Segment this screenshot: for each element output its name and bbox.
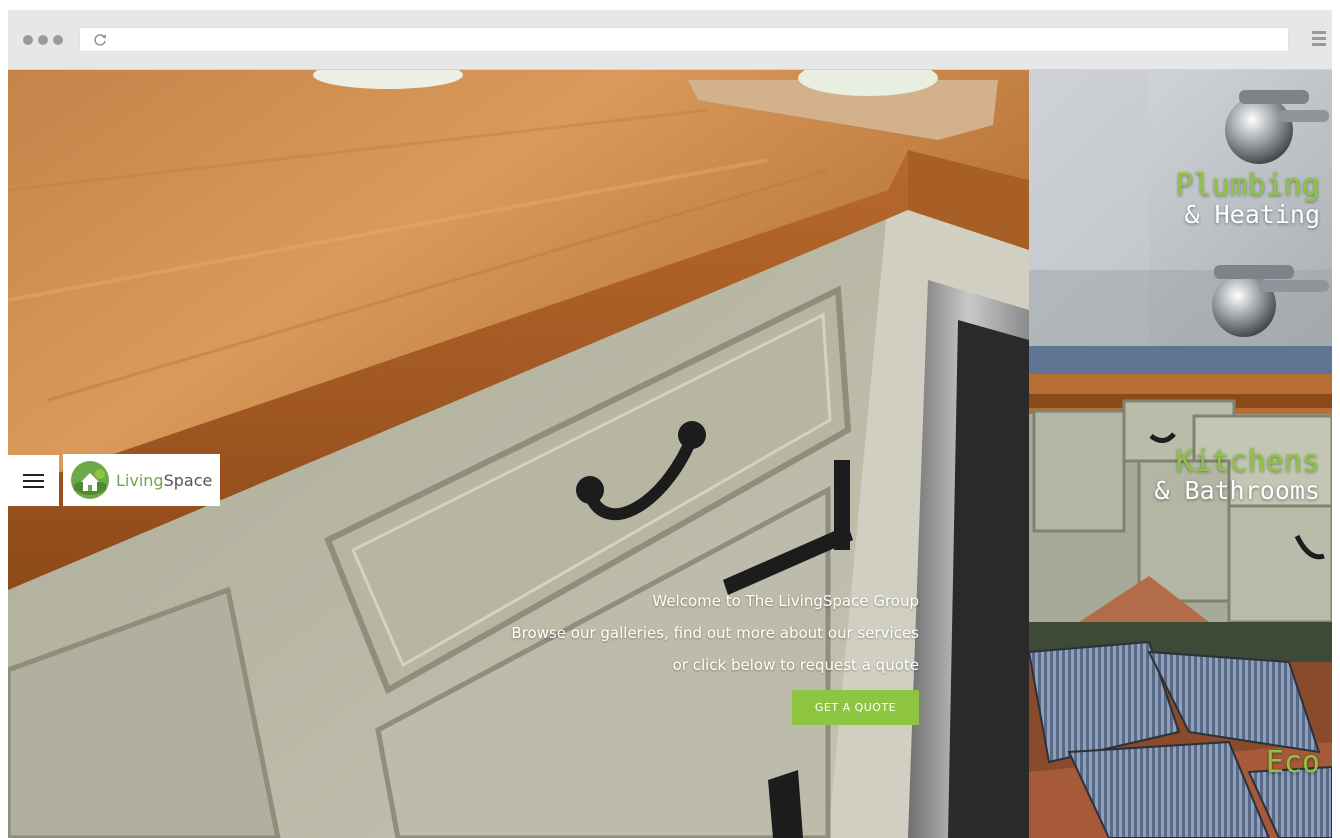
site-logo[interactable]: LivingSpace (63, 454, 220, 506)
logo-wordmark: LivingSpace (116, 471, 212, 490)
reload-icon[interactable] (92, 32, 108, 48)
logo-word-space: Space (163, 470, 213, 490)
panel-title: Eco (1266, 747, 1320, 779)
house-logo-icon (71, 461, 109, 499)
panel-kitchens-bathrooms[interactable]: Kitchens & Bathrooms (1029, 346, 1332, 622)
get-quote-button[interactable]: GET A QUOTE (792, 690, 919, 725)
browser-toolbar (8, 10, 1332, 70)
welcome-line: Browse our galleries, find out more abou… (511, 624, 919, 642)
welcome-line: or click below to request a quote (672, 656, 919, 674)
window-dot[interactable] (53, 35, 63, 45)
panel-title: Plumbing & Heating (1176, 170, 1321, 228)
panel-eco[interactable]: Eco (1029, 622, 1332, 838)
panel-heading: Kitchens (1175, 444, 1321, 479)
window-dot[interactable] (23, 35, 33, 45)
panel-subheading: & Heating (1184, 199, 1320, 229)
panel-plumbing-heating[interactable]: Plumbing & Heating (1029, 70, 1332, 346)
site-menu-button[interactable] (8, 455, 59, 506)
address-bar[interactable] (79, 27, 1289, 52)
panel-title: Kitchens & Bathrooms (1154, 446, 1320, 504)
window-controls (23, 35, 63, 45)
hero-section: LivingSpace Welcome to The LivingSpace G… (8, 70, 1029, 838)
welcome-line: Welcome to The LivingSpace Group (652, 592, 919, 610)
welcome-text: Welcome to The LivingSpace Group Browse … (511, 585, 919, 681)
logo-word-living: Living (116, 470, 164, 490)
panel-subheading: & Bathrooms (1154, 475, 1320, 505)
panel-heading: Plumbing (1175, 168, 1321, 203)
hamburger-menu-icon[interactable] (1312, 31, 1326, 49)
solar-panels-photo (1029, 622, 1332, 838)
panel-heading: Eco (1265, 745, 1320, 780)
window-dot[interactable] (38, 35, 48, 45)
